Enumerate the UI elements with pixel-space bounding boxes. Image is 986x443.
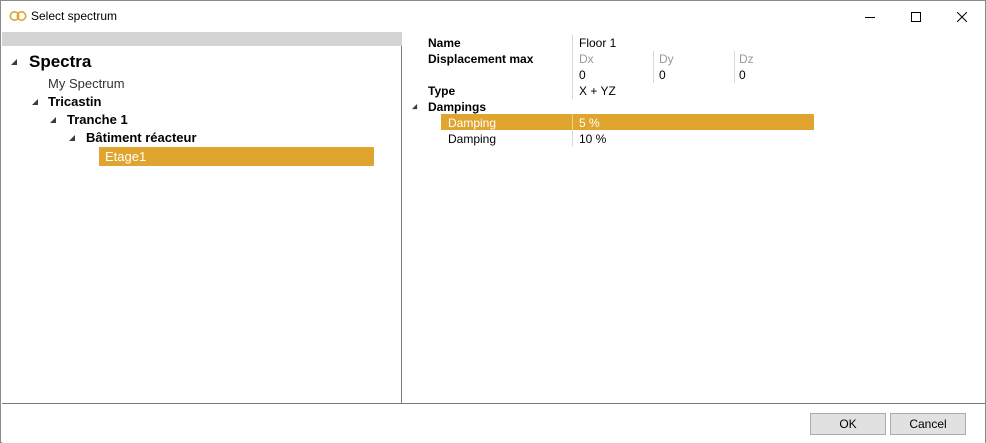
tree-header-bar	[2, 32, 402, 46]
tree-node-label: Tranche 1	[67, 112, 128, 127]
spectra-tree-panel: Spectra My Spectrum Tricastin Tranche 1 …	[2, 32, 402, 403]
minimize-icon	[865, 16, 875, 18]
damping-label: Damping	[448, 132, 497, 146]
tree-node-label: Bâtiment réacteur	[86, 130, 197, 145]
column-divider	[572, 35, 573, 51]
tree-node-etage1[interactable]: Etage1	[99, 147, 374, 166]
cancel-button[interactable]: Cancel	[890, 413, 966, 435]
tree-node-label: My Spectrum	[48, 76, 125, 91]
column-divider	[572, 83, 573, 99]
title-bar[interactable]: Select spectrum	[1, 1, 985, 32]
expand-arrow-icon[interactable]	[31, 98, 39, 106]
name-value: Floor 1	[579, 36, 617, 50]
tree-node-label: Etage1	[105, 149, 147, 164]
dialog-footer: OK Cancel	[2, 403, 985, 443]
expand-arrow-icon[interactable]	[68, 134, 76, 142]
expand-arrow-icon[interactable]	[49, 116, 57, 124]
minimize-button[interactable]	[847, 1, 893, 32]
expand-arrow-icon[interactable]	[411, 103, 418, 110]
select-spectrum-dialog: Select spectrum Spectra My Spectrum Tric…	[0, 0, 986, 443]
damping-label: Damping	[448, 116, 497, 130]
dy-header: Dy	[659, 52, 674, 66]
type-value: X + YZ	[579, 84, 616, 98]
damping-row[interactable]	[441, 130, 814, 146]
close-icon	[957, 11, 967, 22]
close-button[interactable]	[939, 1, 985, 32]
tree-node-batiment-reacteur[interactable]: Bâtiment réacteur	[2, 129, 402, 147]
tree-node-spectra[interactable]: Spectra	[2, 50, 402, 74]
column-divider	[572, 114, 573, 130]
tree-node-my-spectrum[interactable]: My Spectrum	[2, 74, 402, 92]
type-label: Type	[428, 84, 456, 98]
column-divider	[653, 51, 654, 83]
tree-node-tranche-1[interactable]: Tranche 1	[2, 111, 402, 129]
dz-value: 0	[739, 68, 746, 82]
tree-node-label: Spectra	[29, 52, 92, 71]
damping-value: 5 %	[579, 116, 600, 130]
spectrum-app-icon	[9, 10, 27, 22]
properties-panel: Name Floor 1 Displacement max Dx Dy Dz 0…	[403, 32, 985, 403]
name-label: Name	[428, 36, 461, 50]
column-divider	[734, 51, 735, 83]
damping-row-selected[interactable]	[441, 114, 814, 130]
window-title: Select spectrum	[31, 9, 118, 23]
maximize-icon	[911, 11, 921, 22]
expand-arrow-icon[interactable]	[10, 58, 18, 66]
ok-button[interactable]: OK	[810, 413, 886, 435]
dampings-label: Dampings	[428, 100, 487, 114]
tree-node-label: Tricastin	[48, 94, 102, 109]
column-divider	[572, 130, 573, 146]
dz-header: Dz	[739, 52, 754, 66]
maximize-button[interactable]	[893, 1, 939, 32]
dx-value: 0	[579, 68, 586, 82]
damping-value: 10 %	[579, 132, 607, 146]
dy-value: 0	[659, 68, 666, 82]
displacement-max-label: Displacement max	[428, 52, 534, 66]
column-divider	[572, 51, 573, 83]
dx-header: Dx	[579, 52, 594, 66]
tree-node-tricastin[interactable]: Tricastin	[2, 93, 402, 111]
